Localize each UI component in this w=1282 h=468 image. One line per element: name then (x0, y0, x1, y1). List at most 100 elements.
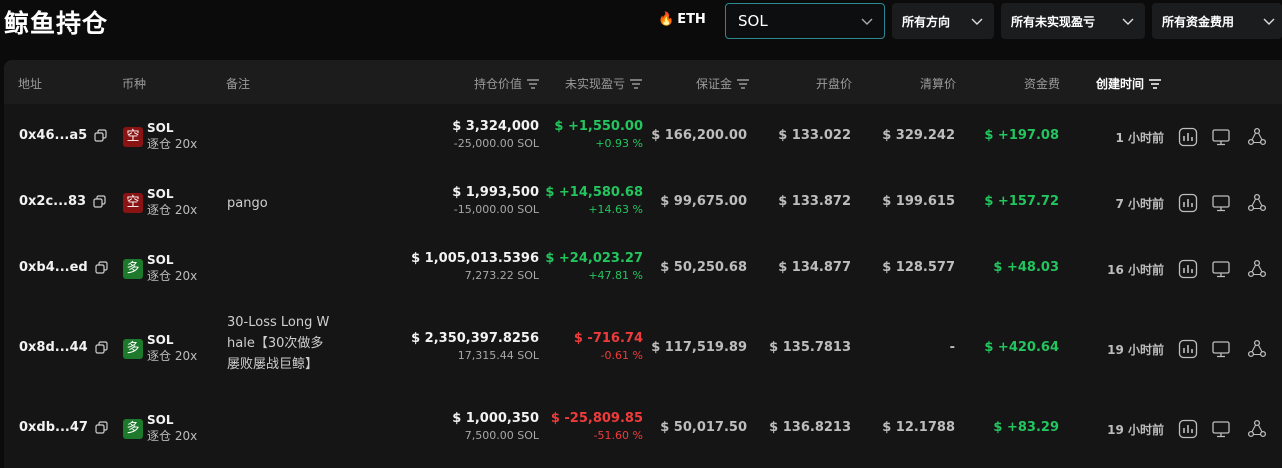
monitor-icon[interactable] (1211, 127, 1231, 147)
pnl-value: $ -25,809.85 (550, 411, 643, 426)
funding-value: $ +197.08 (984, 128, 1059, 143)
table-header: 地址 币种 备注 持仓价值 未实现盈亏 保证金 开盘价 清算价 资金费 创建时间 (4, 60, 1282, 104)
created-time: 16 小时前 (1107, 263, 1164, 277)
margin-value: $ 99,675.00 (660, 194, 747, 209)
address-text: 0xb4...ed (19, 260, 88, 275)
note-line: 30-Loss Long W (227, 315, 330, 330)
funding-value: $ +48.03 (993, 260, 1059, 275)
entry-price: $ 136.8213 (769, 420, 851, 435)
col-entry: 开盘价 (815, 77, 852, 91)
pnl-value: $ +14,580.68 (545, 185, 643, 200)
position-size: -15,000.00 SOL (453, 203, 539, 216)
created-time: 1 小时前 (1115, 131, 1164, 145)
margin-value: $ 50,250.68 (660, 260, 747, 275)
col-margin-label: 保证金 (695, 77, 732, 91)
created-time: 7 小时前 (1115, 197, 1164, 211)
coin-select-value: SOL (738, 12, 768, 30)
col-funding: 资金费 (1023, 77, 1060, 91)
flame-icon: 🔥 (658, 12, 675, 27)
side-badge: 多 (123, 419, 143, 439)
note-cell: 30-Loss Long W hale【30次做多 屡败屡战巨鲸】 (227, 312, 329, 375)
col-address: 地址 (18, 77, 43, 91)
copy-icon[interactable] (93, 195, 106, 208)
copy-icon[interactable] (95, 341, 108, 354)
eth-label: ETH (677, 12, 706, 27)
copy-icon[interactable] (94, 129, 107, 142)
col-liq: 清算价 (919, 77, 956, 91)
margin-value: $ 50,017.50 (660, 420, 747, 435)
address-text: 0x46...a5 (19, 128, 88, 143)
chart-icon[interactable] (1178, 193, 1198, 213)
pnl-cell: $ +1,550.00 +0.93 % (544, 119, 643, 150)
funding-select-value: 所有资金费用 (1162, 14, 1235, 29)
col-pnl[interactable]: 未实现盈亏 (544, 75, 642, 92)
address-link[interactable]: 0xdb...47 (19, 420, 108, 435)
direction-select[interactable]: 所有方向 (892, 3, 994, 39)
value-cell: $ 3,324,000 -25,000.00 SOL (399, 119, 539, 150)
note-line: hale【30次做多 (227, 336, 324, 351)
funding-value: $ +157.72 (984, 194, 1059, 209)
filter-icon (630, 78, 642, 89)
leverage: 逐仓 20x (147, 269, 198, 283)
coin-cell: SOL 逐仓 20x (147, 252, 197, 284)
table-row[interactable]: 0x8d...44 多 SOL 逐仓 20x 30-Loss Long W hale【30… (4, 302, 1282, 396)
chart-icon[interactable] (1178, 259, 1198, 279)
share-icon[interactable] (1247, 259, 1267, 279)
liq-price: $ 199.615 (882, 194, 955, 209)
pnl-percent: -0.61 % (600, 349, 643, 362)
coin-symbol: SOL (147, 413, 174, 427)
copy-icon[interactable] (95, 421, 108, 434)
address-text: 0x2c...83 (19, 194, 87, 209)
funding-value: $ +83.29 (993, 420, 1059, 435)
funding-select[interactable]: 所有资金费用 (1152, 3, 1282, 39)
monitor-icon[interactable] (1211, 193, 1231, 213)
created-time: 19 小时前 (1107, 423, 1164, 437)
share-icon[interactable] (1247, 127, 1267, 147)
col-created[interactable]: 创建时间 (1096, 75, 1162, 92)
funding-value: $ +420.64 (984, 340, 1059, 355)
coin-symbol: SOL (147, 253, 174, 267)
share-icon[interactable] (1247, 419, 1267, 439)
margin-value: $ 166,200.00 (651, 128, 747, 143)
coin-cell: SOL 逐仓 20x (147, 332, 197, 364)
coin-select[interactable]: SOL (725, 3, 885, 39)
pnl-percent: +0.93 % (595, 137, 643, 150)
entry-price: $ 135.7813 (769, 340, 851, 355)
position-size: -25,000.00 SOL (453, 137, 539, 150)
table-row[interactable]: 0x2c...83 空 SOL 逐仓 20x pango $ 1,993,500 -15,0… (4, 170, 1282, 236)
address-link[interactable]: 0x2c...83 (19, 194, 106, 209)
filter-icon (1149, 78, 1162, 89)
entry-price: $ 133.022 (778, 128, 851, 143)
monitor-icon[interactable] (1211, 419, 1231, 439)
liq-price: $ 329.242 (882, 128, 955, 143)
share-icon[interactable] (1247, 193, 1267, 213)
table-row[interactable]: 0xdb...47 多 SOL 逐仓 20x $ 1,000,350 7,500.00 S… (4, 396, 1282, 462)
address-link[interactable]: 0x8d...44 (19, 340, 108, 355)
chart-icon[interactable] (1178, 127, 1198, 147)
share-icon[interactable] (1247, 339, 1267, 359)
positions-table: 地址 币种 备注 持仓价值 未实现盈亏 保证金 开盘价 清算价 资金费 创建时间… (4, 60, 1282, 468)
col-pnl-label: 未实现盈亏 (564, 77, 625, 91)
address-text: 0xdb...47 (19, 420, 88, 435)
col-margin[interactable]: 保证金 (644, 75, 749, 92)
coin-symbol: SOL (147, 121, 174, 135)
created-time: 19 小时前 (1107, 343, 1164, 357)
table-row[interactable]: 0xb4...ed 多 SOL 逐仓 20x $ 1,005,013.5396 7,273… (4, 236, 1282, 302)
copy-icon[interactable] (95, 261, 108, 274)
monitor-icon[interactable] (1211, 339, 1231, 359)
note-cell: pango (227, 193, 268, 214)
margin-value: $ 117,519.89 (651, 340, 747, 355)
address-link[interactable]: 0xb4...ed (19, 260, 108, 275)
pnl-percent: +47.81 % (588, 269, 643, 282)
side-badge: 空 (123, 193, 143, 213)
table-row[interactable]: 0x46...a5 空 SOL 逐仓 20x $ 3,324,000 -25,000.00… (4, 104, 1282, 170)
chevron-down-icon (861, 18, 873, 25)
chart-icon[interactable] (1178, 339, 1198, 359)
col-value[interactable]: 持仓价值 (404, 75, 539, 92)
pnl-select[interactable]: 所有未实现盈亏 (1001, 3, 1145, 39)
address-link[interactable]: 0x46...a5 (19, 128, 107, 143)
eth-shortcut[interactable]: 🔥 ETH (658, 12, 706, 27)
monitor-icon[interactable] (1211, 259, 1231, 279)
leverage: 逐仓 20x (147, 429, 198, 443)
chart-icon[interactable] (1178, 419, 1198, 439)
